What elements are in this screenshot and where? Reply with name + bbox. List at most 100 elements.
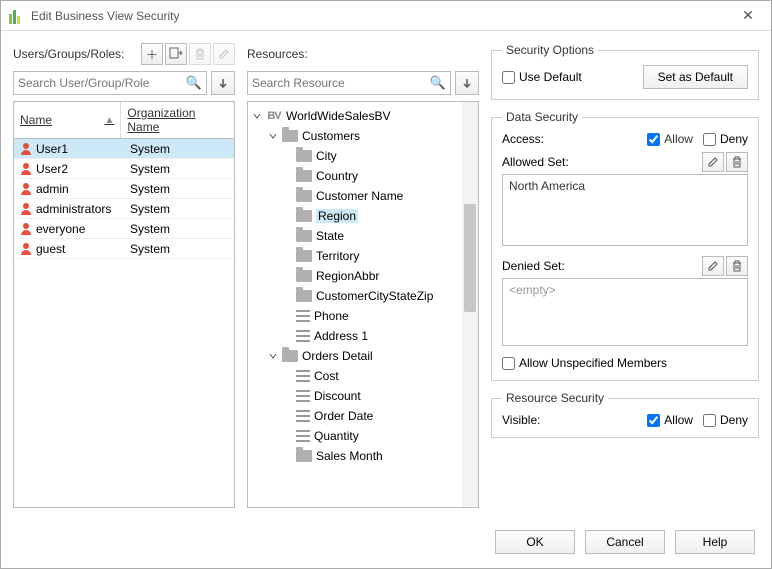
chevron-down-icon[interactable] xyxy=(268,131,278,141)
folder-icon xyxy=(282,350,298,362)
user-icon xyxy=(20,203,32,215)
help-button[interactable]: Help xyxy=(675,530,755,554)
folder-icon xyxy=(296,150,312,162)
security-options-group: Security Options Use Default Set as Defa… xyxy=(491,43,759,100)
use-default-checkbox[interactable]: Use Default xyxy=(502,70,582,84)
access-allow-checkbox[interactable]: Allow xyxy=(647,132,693,146)
resources-label: Resources: xyxy=(247,47,308,61)
edit-allowed-set-button[interactable] xyxy=(702,152,724,172)
folder-icon xyxy=(296,450,312,462)
field-icon xyxy=(296,390,310,402)
user-icon xyxy=(20,163,32,175)
tree-node-field[interactable]: Territory xyxy=(250,246,476,266)
tree-node-field[interactable]: RegionAbbr xyxy=(250,266,476,286)
table-row[interactable]: User2 System xyxy=(14,159,234,179)
tree-node-root[interactable]: BV WorldWideSalesBV xyxy=(250,106,476,126)
allowed-set-label: Allowed Set: xyxy=(502,155,702,169)
import-user-button[interactable] xyxy=(165,43,187,65)
tree-node-field[interactable]: Order Date xyxy=(250,406,476,426)
denied-set-text[interactable]: <empty> xyxy=(502,278,748,346)
tree-node-field[interactable]: Customer Name xyxy=(250,186,476,206)
users-toolbar: ＋ xyxy=(141,43,235,65)
tree-node-field[interactable]: City xyxy=(250,146,476,166)
tree-node-field[interactable]: Sales Month xyxy=(250,446,476,466)
resources-tree: BV WorldWideSalesBV Customers City Count… xyxy=(247,101,479,508)
tree-node-field[interactable]: Cost xyxy=(250,366,476,386)
visible-allow-checkbox[interactable]: Allow xyxy=(647,413,693,427)
tree-node-field[interactable]: Country xyxy=(250,166,476,186)
table-row[interactable]: everyone System xyxy=(14,219,234,239)
resource-security-legend: Resource Security xyxy=(502,391,608,405)
dialog-content: Users/Groups/Roles: ＋ � xyxy=(1,31,771,520)
user-icon xyxy=(20,223,32,235)
chevron-down-icon[interactable] xyxy=(252,111,262,121)
tree-node-field[interactable]: CustomerCityStateZip xyxy=(250,286,476,306)
edit-user-button[interactable] xyxy=(213,43,235,65)
table-row[interactable]: guest System xyxy=(14,239,234,259)
table-row[interactable]: administrators System xyxy=(14,199,234,219)
folder-icon xyxy=(282,130,298,142)
field-icon xyxy=(296,310,310,322)
column-header-org[interactable]: Organization Name xyxy=(121,102,234,138)
security-panel: Security Options Use Default Set as Defa… xyxy=(491,43,759,508)
resources-sort-button[interactable] xyxy=(455,71,479,95)
users-search-box[interactable]: 🔍 xyxy=(13,71,207,95)
field-icon xyxy=(296,370,310,382)
allowed-set-text[interactable]: North America xyxy=(502,174,748,246)
tree-node-field[interactable]: Discount xyxy=(250,386,476,406)
tree-node-field[interactable]: Quantity xyxy=(250,426,476,446)
users-panel: Users/Groups/Roles: ＋ � xyxy=(13,43,235,508)
users-label: Users/Groups/Roles: xyxy=(13,47,124,61)
trash-icon xyxy=(731,156,743,168)
access-deny-checkbox[interactable]: Deny xyxy=(703,132,748,146)
folder-icon xyxy=(296,170,312,182)
tree-node-field[interactable]: State xyxy=(250,226,476,246)
data-security-group: Data Security Access: Allow Deny Allowed… xyxy=(491,110,759,381)
cancel-button[interactable]: Cancel xyxy=(585,530,665,554)
chevron-down-icon[interactable] xyxy=(268,351,278,361)
resource-security-group: Resource Security Visible: Allow Deny xyxy=(491,391,759,438)
folder-icon xyxy=(296,270,312,282)
add-user-button[interactable]: ＋ xyxy=(141,43,163,65)
visible-deny-checkbox[interactable]: Deny xyxy=(703,413,748,427)
denied-set-label: Denied Set: xyxy=(502,259,702,273)
table-row[interactable]: User1 System xyxy=(14,139,234,159)
edit-denied-set-button[interactable] xyxy=(702,256,724,276)
clear-allowed-set-button[interactable] xyxy=(726,152,748,172)
resources-search-box[interactable]: 🔍 xyxy=(247,71,451,95)
user-icon xyxy=(20,143,32,155)
tree-node-orders[interactable]: Orders Detail xyxy=(250,346,476,366)
tree-node-field[interactable]: Phone xyxy=(250,306,476,326)
resources-search-input[interactable] xyxy=(252,76,430,90)
titlebar: Edit Business View Security ✕ xyxy=(1,1,771,31)
table-row[interactable]: admin System xyxy=(14,179,234,199)
folder-icon xyxy=(296,190,312,202)
trash-icon xyxy=(731,260,743,272)
ok-button[interactable]: OK xyxy=(495,530,575,554)
folder-icon xyxy=(296,290,312,302)
search-icon: 🔍 xyxy=(430,75,446,91)
access-label: Access: xyxy=(502,132,582,146)
business-view-icon: BV xyxy=(266,109,282,123)
users-search-input[interactable] xyxy=(18,76,186,90)
security-options-legend: Security Options xyxy=(502,43,598,57)
dialog-window: Edit Business View Security ✕ Users/Grou… xyxy=(0,0,772,569)
folder-icon xyxy=(296,210,312,222)
allow-unspecified-checkbox[interactable]: Allow Unspecified Members xyxy=(502,356,748,370)
tree-node-field[interactable]: Region xyxy=(250,206,476,226)
column-header-name[interactable]: Name ▲ xyxy=(14,102,121,138)
set-as-default-button[interactable]: Set as Default xyxy=(643,65,748,89)
close-button[interactable]: ✕ xyxy=(733,7,763,24)
clear-denied-set-button[interactable] xyxy=(726,256,748,276)
users-sort-button[interactable] xyxy=(211,71,235,95)
field-icon xyxy=(296,410,310,422)
remove-user-button[interactable] xyxy=(189,43,211,65)
user-icon xyxy=(20,183,32,195)
scrollbar-thumb[interactable] xyxy=(464,204,476,312)
tree-node-customers[interactable]: Customers xyxy=(250,126,476,146)
pencil-icon xyxy=(707,260,719,272)
pencil-icon xyxy=(707,156,719,168)
scrollbar[interactable] xyxy=(462,102,478,507)
resources-panel: Resources: 🔍 BV W xyxy=(247,43,479,508)
tree-node-field[interactable]: Address 1 xyxy=(250,326,476,346)
